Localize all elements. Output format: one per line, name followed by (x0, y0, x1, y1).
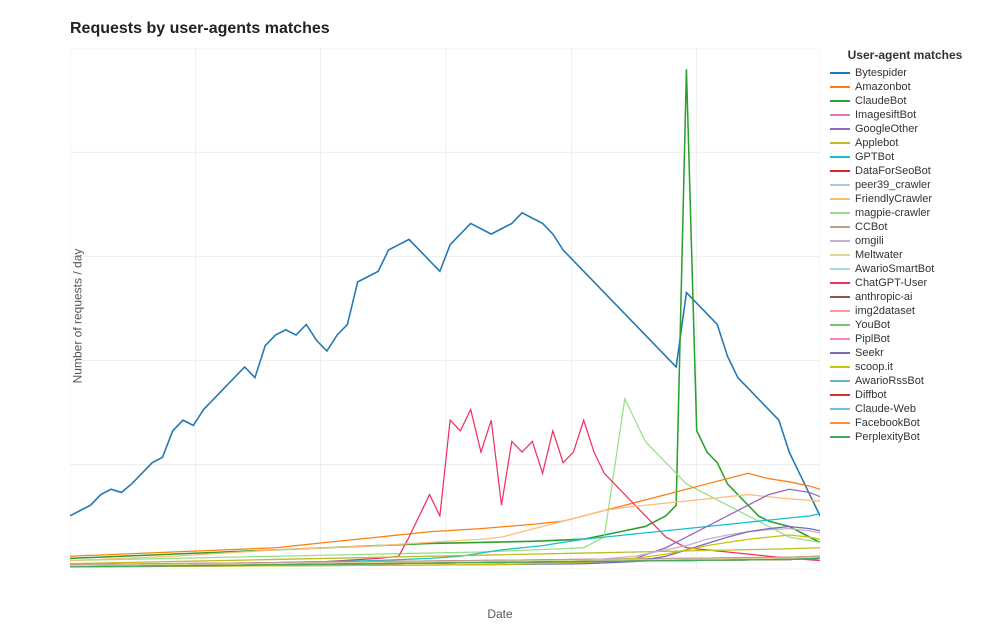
legend-item: Diffbot (830, 389, 980, 401)
legend-item-label: PerplexityBot (855, 431, 920, 443)
legend-item-label: GPTBot (855, 151, 894, 163)
legend-items: Bytespider Amazonbot ClaudeBot ImagesiftBot… (830, 67, 980, 445)
legend-item-label: DataForSeoBot (855, 165, 931, 177)
legend-item: PiplBot (830, 333, 980, 345)
legend-item: GPTBot (830, 151, 980, 163)
legend-item-label: Diffbot (855, 389, 887, 401)
chart-svg: Jul 2023 Sep 2023 Nov 2023 Jan 2024 Mar … (70, 48, 820, 569)
legend-item: ChatGPT-User (830, 277, 980, 289)
legend-item: anthropic-ai (830, 291, 980, 303)
legend-item-label: Amazonbot (855, 81, 911, 93)
legend-item-label: magpie-crawler (855, 207, 930, 219)
legend-item: img2dataset (830, 305, 980, 317)
legend-item-label: ClaudeBot (855, 95, 906, 107)
legend-item: FacebookBot (830, 417, 980, 429)
legend-item-label: PiplBot (855, 333, 890, 345)
legend-item: Applebot (830, 137, 980, 149)
legend-item: AwarioSmartBot (830, 263, 980, 275)
chart-title: Requests by user-agents matches (70, 20, 980, 38)
legend-item: ImagesiftBot (830, 109, 980, 121)
perplexitybot-line (70, 558, 820, 567)
legend-item: Amazonbot (830, 81, 980, 93)
legend-item: ClaudeBot (830, 95, 980, 107)
legend-item-label: peer39_crawler (855, 179, 931, 191)
legend-item-label: anthropic-ai (855, 291, 912, 303)
legend-item-label: GoogleOther (855, 123, 918, 135)
legend-item-label: YouBot (855, 319, 890, 331)
legend-item-label: Claude-Web (855, 403, 916, 415)
legend-item-label: Bytespider (855, 67, 907, 79)
legend-item: DataForSeoBot (830, 165, 980, 177)
legend-item: Seekr (830, 347, 980, 359)
legend-item: FriendlyCrawler (830, 193, 980, 205)
legend-item-label: AwarioRssBot (855, 375, 924, 387)
legend-item-label: omgili (855, 235, 884, 247)
legend-item-label: scoop.it (855, 361, 893, 373)
magpie-crawler-line (70, 399, 820, 561)
legend-item-label: FacebookBot (855, 417, 920, 429)
legend-item: peer39_crawler (830, 179, 980, 191)
legend-item: magpie-crawler (830, 207, 980, 219)
legend-item-label: FriendlyCrawler (855, 193, 932, 205)
y-axis-label: Number of requests / day (70, 248, 84, 383)
legend-item: PerplexityBot (830, 431, 980, 443)
legend-item: GoogleOther (830, 123, 980, 135)
legend-item: YouBot (830, 319, 980, 331)
legend-item-label: Meltwater (855, 249, 903, 261)
x-axis-label: Date (487, 607, 512, 621)
legend-item: scoop.it (830, 361, 980, 373)
chart-container: Requests by user-agents matches Number o… (0, 0, 1000, 631)
legend-item-label: ImagesiftBot (855, 109, 916, 121)
legend-item-label: CCBot (855, 221, 887, 233)
chart-area: Jul 2023 Sep 2023 Nov 2023 Jan 2024 Mar … (70, 48, 980, 569)
legend: User-agent matches Bytespider Amazonbot Cl… (820, 48, 980, 569)
legend-item-label: Applebot (855, 137, 898, 149)
legend-item: Claude-Web (830, 403, 980, 415)
legend-item-label: Seekr (855, 347, 884, 359)
legend-item-label: img2dataset (855, 305, 915, 317)
legend-item: CCBot (830, 221, 980, 233)
legend-item: Meltwater (830, 249, 980, 261)
legend-item: AwarioRssBot (830, 375, 980, 387)
legend-item: omgili (830, 235, 980, 247)
legend-item-label: AwarioSmartBot (855, 263, 934, 275)
legend-title: User-agent matches (830, 48, 980, 62)
legend-item-label: ChatGPT-User (855, 277, 927, 289)
legend-item: Bytespider (830, 67, 980, 79)
